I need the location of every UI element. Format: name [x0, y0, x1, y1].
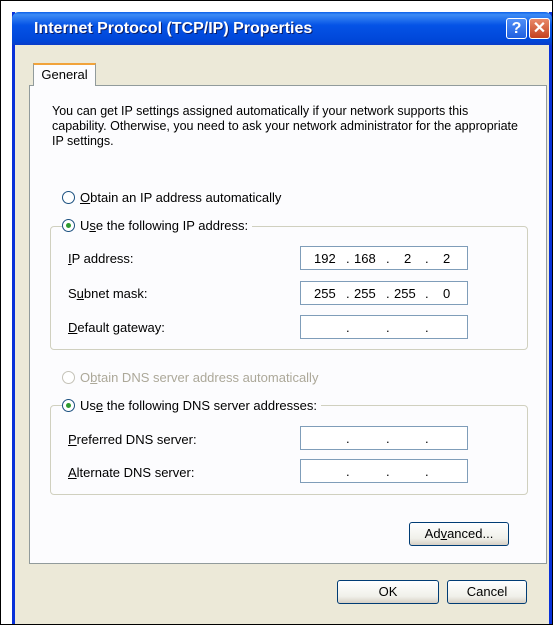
tab-general[interactable]: General [33, 63, 96, 86]
radio-obtain-ip-auto[interactable]: Obtain an IP address automatically [62, 190, 281, 205]
radio-label-obtain-dns-auto: Obtain DNS server address automatically [80, 370, 319, 385]
radio-use-following-ip[interactable]: Use the following IP address: [62, 218, 253, 233]
radio-label-use-following-dns: Use the following DNS server addresses: [80, 398, 317, 413]
radio-obtain-dns-auto[interactable]: Obtain DNS server address automatically [62, 370, 318, 385]
window-title: Internet Protocol (TCP/IP) Properties [34, 20, 313, 37]
ip-address-field[interactable]: 192. 168. 2. 2 [300, 246, 468, 270]
subnet-mask-label: Subnet mask: [68, 286, 148, 301]
radio-circle-disabled [62, 371, 75, 384]
close-button[interactable]: ✕ [529, 18, 550, 39]
subnet-mask-field[interactable]: 255. 255. 255. 0 [300, 281, 468, 305]
close-icon: ✕ [532, 20, 547, 37]
help-icon: ? [511, 20, 522, 37]
radio-circle [62, 191, 75, 204]
radio-circle-selected [62, 219, 75, 232]
preferred-dns-label: Preferred DNS server: [68, 432, 197, 447]
cancel-button[interactable]: Cancel [447, 580, 527, 604]
description-text: You can get IP settings assigned automat… [52, 104, 518, 148]
ip-address-label: IP address: [68, 251, 134, 266]
radio-circle-selected [62, 399, 75, 412]
radio-label-obtain-ip-auto: Obtain an IP address automatically [80, 190, 282, 205]
radio-label-use-following-ip: Use the following IP address: [80, 218, 249, 233]
radio-use-following-dns[interactable]: Use the following DNS server addresses: [62, 398, 321, 413]
help-button[interactable]: ? [506, 18, 527, 39]
default-gateway-label: Default gateway: [68, 320, 165, 335]
alternate-dns-label: Alternate DNS server: [68, 465, 195, 480]
ok-button[interactable]: OK [337, 580, 439, 604]
default-gateway-field[interactable]: ... [300, 315, 468, 339]
advanced-button[interactable]: Advanced... [409, 522, 509, 546]
alternate-dns-field[interactable]: ... [300, 459, 468, 483]
preferred-dns-field[interactable]: ... [300, 426, 468, 450]
